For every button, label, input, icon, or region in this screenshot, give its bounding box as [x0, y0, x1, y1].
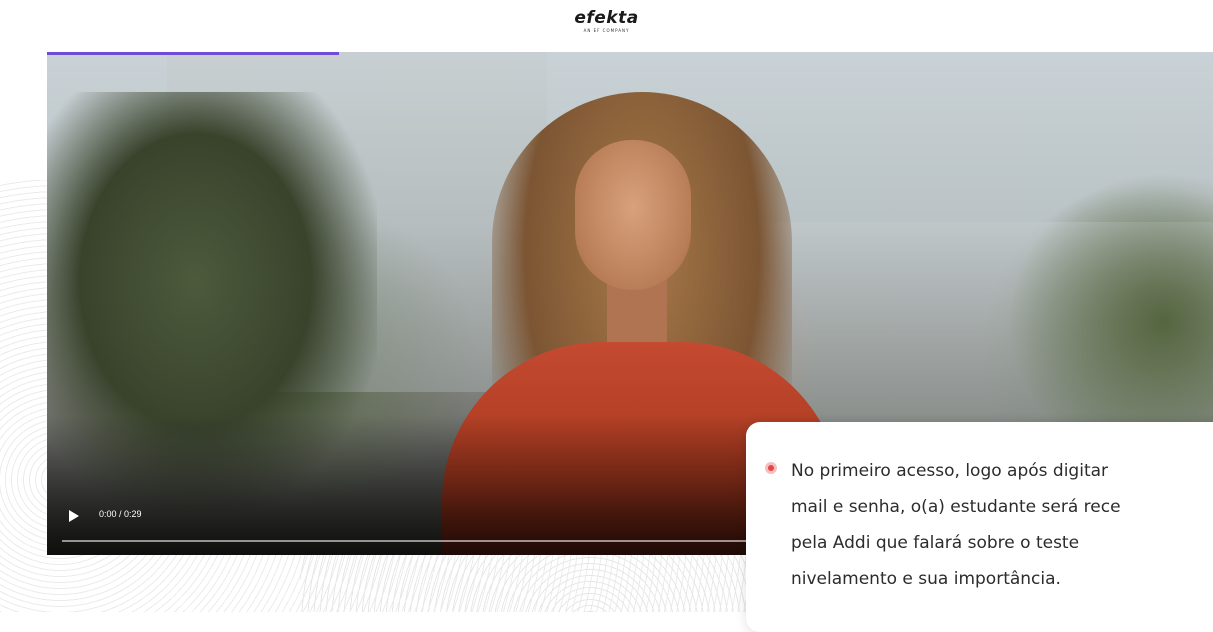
caption-line: pela Addi que falará sobre o teste: [791, 533, 1080, 553]
caption-text: No primeiro acesso, logo após digitar ma…: [791, 453, 1213, 597]
play-icon[interactable]: [69, 510, 79, 522]
video-controls: 0:00 / 0:29: [47, 500, 752, 550]
bullet-icon: [765, 462, 777, 474]
presenter-face: [575, 140, 691, 290]
caption-line: mail e senha, o(a) estudante será rece: [791, 497, 1121, 517]
video-seek-bar[interactable]: [62, 540, 752, 542]
caption-line: No primeiro acesso, logo após digitar: [791, 461, 1109, 481]
video-time: 0:00 / 0:29: [99, 509, 142, 519]
caption-line: nivelamento e sua importância.: [791, 569, 1061, 589]
caption-card: No primeiro acesso, logo após digitar ma…: [746, 422, 1213, 632]
logo-subtext: AN EF COMPANY: [583, 28, 630, 33]
lesson-progress-bar: [47, 52, 339, 55]
brand-logo: efekta AN EF COMPANY: [0, 8, 1213, 34]
logo-wordmark: efekta: [574, 8, 639, 28]
